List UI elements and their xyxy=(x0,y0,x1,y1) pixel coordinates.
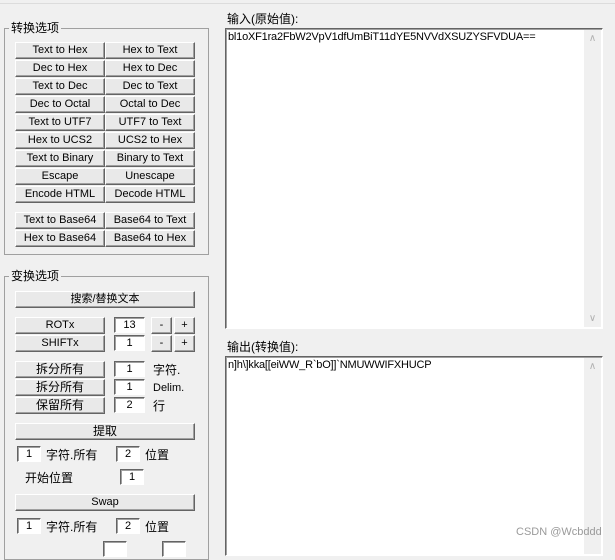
escape-button[interactable]: Escape xyxy=(15,168,105,185)
split-delim-button[interactable]: 拆分所有 xyxy=(15,379,105,396)
swap-button[interactable]: Swap xyxy=(15,494,195,511)
rotx-plus-button[interactable]: + xyxy=(174,317,195,334)
split-chars-button[interactable]: 拆分所有 xyxy=(15,361,105,378)
base64-to-hex-button[interactable]: Base64 to Hex xyxy=(105,230,195,247)
keep-lines-button[interactable]: 保留所有 xyxy=(15,397,105,414)
transform-options-title: 变换选项 xyxy=(11,269,60,283)
input-label: 输入(原始值): xyxy=(227,12,299,26)
swap-pos-input[interactable]: 2 xyxy=(116,518,140,534)
window-top-border xyxy=(0,0,615,4)
shiftx-value-input[interactable]: 1 xyxy=(114,335,145,351)
text-to-dec-button[interactable]: Text to Dec xyxy=(15,78,105,95)
scroll-up-icon[interactable]: ∧ xyxy=(584,30,601,47)
ucs2-to-hex-button[interactable]: UCS2 to Hex xyxy=(105,132,195,149)
text-to-base64-button[interactable]: Text to Base64 xyxy=(15,212,105,229)
extract-button[interactable]: 提取 xyxy=(15,423,195,440)
input-text: bl1oXF1ra2FbW2VpV1dfUmBiT11dYE5NVVdXSUZY… xyxy=(228,31,536,43)
encode-html-button[interactable]: Encode HTML xyxy=(15,186,105,203)
search-replace-button[interactable]: 搜索/替换文本 xyxy=(15,291,195,308)
output-label: 输出(转换值): xyxy=(227,340,299,354)
split-delim-unit: Delim. xyxy=(153,382,185,394)
split-chars-unit: 字符. xyxy=(153,363,181,377)
dec-to-text-button[interactable]: Dec to Text xyxy=(105,78,195,95)
decode-html-button[interactable]: Decode HTML xyxy=(105,186,195,203)
dec-to-hex-button[interactable]: Dec to Hex xyxy=(15,60,105,77)
input-textarea[interactable]: bl1oXF1ra2FbW2VpV1dfUmBiT11dYE5NVVdXSUZY… xyxy=(225,28,603,329)
shiftx-minus-button[interactable]: - xyxy=(151,335,172,352)
text-to-binary-button[interactable]: Text to Binary xyxy=(15,150,105,167)
scroll-up-icon[interactable]: ∧ xyxy=(584,358,601,375)
hex-to-text-button[interactable]: Hex to Text xyxy=(105,42,195,59)
rotx-value-input[interactable]: 13 xyxy=(114,317,145,333)
extract-pos-input[interactable]: 2 xyxy=(116,446,140,462)
rotx-button[interactable]: ROTx xyxy=(15,317,105,334)
extract-chars-input[interactable]: 1 xyxy=(17,446,41,462)
utf7-to-text-button[interactable]: UTF7 to Text xyxy=(105,114,195,131)
split-delim-input[interactable]: 1 xyxy=(114,379,145,395)
unescape-button[interactable]: Unescape xyxy=(105,168,195,185)
hex-to-dec-button[interactable]: Hex to Dec xyxy=(105,60,195,77)
hex-to-ucs2-button[interactable]: Hex to UCS2 xyxy=(15,132,105,149)
shiftx-button[interactable]: SHIFTx xyxy=(15,335,105,352)
swap-pos-label: 位置 xyxy=(145,520,170,534)
rotx-minus-button[interactable]: - xyxy=(151,317,172,334)
extract-start-input[interactable]: 1 xyxy=(120,469,144,485)
text-to-hex-button[interactable]: Text to Hex xyxy=(15,42,105,59)
text-to-utf7-button[interactable]: Text to UTF7 xyxy=(15,114,105,131)
shiftx-plus-button[interactable]: + xyxy=(174,335,195,352)
extract-pos-label: 位置 xyxy=(145,448,170,462)
swap-extra-input-2[interactable] xyxy=(162,541,186,557)
output-text: n]h\]kka[[eiWW_R`bO]]`NMUWWIFXHUCP xyxy=(228,359,432,371)
input-scrollbar[interactable]: ∧ ∨ xyxy=(584,30,601,327)
dec-to-octal-button[interactable]: Dec to Octal xyxy=(15,96,105,113)
hex-to-base64-button[interactable]: Hex to Base64 xyxy=(15,230,105,247)
output-scrollbar[interactable]: ∧ xyxy=(584,358,601,554)
extract-chars-label: 字符.所有 xyxy=(46,448,98,462)
swap-chars-label: 字符.所有 xyxy=(46,520,98,534)
keep-lines-input[interactable]: 2 xyxy=(114,397,145,413)
base64-to-text-button[interactable]: Base64 to Text xyxy=(105,212,195,229)
binary-to-text-button[interactable]: Binary to Text xyxy=(105,150,195,167)
keep-lines-unit: 行 xyxy=(153,399,166,413)
watermark: CSDN @Wcbddd xyxy=(516,526,602,538)
transform-options-group: 变换选项 xyxy=(4,270,209,560)
convert-options-title: 转换选项 xyxy=(11,21,60,35)
swap-chars-input[interactable]: 1 xyxy=(17,518,41,534)
swap-extra-input-1[interactable] xyxy=(103,541,127,557)
extract-start-label: 开始位置 xyxy=(25,471,74,485)
octal-to-dec-button[interactable]: Octal to Dec xyxy=(105,96,195,113)
scroll-down-icon[interactable]: ∨ xyxy=(584,310,601,327)
split-chars-input[interactable]: 1 xyxy=(114,361,145,377)
